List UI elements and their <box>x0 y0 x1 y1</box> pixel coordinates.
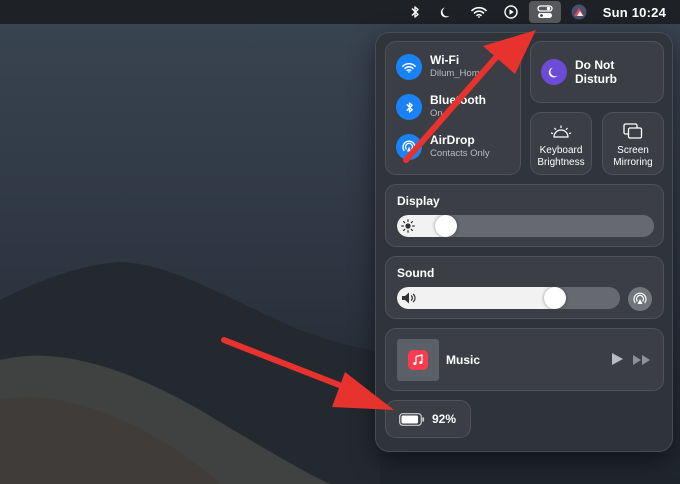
volume-slider-fill <box>397 287 555 309</box>
battery-tile[interactable]: 92% <box>385 400 471 438</box>
battery-level-fill <box>401 415 419 423</box>
fast-forward-button[interactable] <box>632 353 652 371</box>
bluetooth-icon[interactable] <box>399 0 431 24</box>
wifi-icon[interactable] <box>463 0 495 24</box>
battery-icon <box>399 412 425 426</box>
bluetooth-label: Bluetooth <box>430 93 486 108</box>
control-center-panel: Wi-Fi Dilum_Home Bluetooth On AirDrop Co… <box>375 32 673 452</box>
keyboard-brightness-icon <box>550 125 572 138</box>
screen-mirroring-tile[interactable]: Screen Mirroring <box>602 112 664 175</box>
play-circle-icon[interactable] <box>495 0 527 24</box>
wifi-toggle-button[interactable] <box>396 54 422 80</box>
bluetooth-icon <box>405 101 413 113</box>
moon-icon <box>548 67 557 77</box>
network-tile: Wi-Fi Dilum_Home Bluetooth On AirDrop Co… <box>385 41 521 175</box>
screen-mirroring-icon <box>623 123 643 139</box>
airdrop-status: Contacts Only <box>430 148 490 160</box>
sound-title: Sound <box>397 266 435 280</box>
bluetooth-row[interactable]: Bluetooth On <box>396 93 486 120</box>
volume-slider[interactable] <box>397 287 620 309</box>
keyboard-brightness-tile[interactable]: Keyboard Brightness <box>530 112 592 175</box>
fast-forward-icon <box>633 355 650 365</box>
wifi-label: Wi-Fi <box>430 53 460 68</box>
bluetooth-status: On <box>430 108 443 120</box>
airdrop-row[interactable]: AirDrop Contacts Only <box>396 133 490 160</box>
display-tile: Display <box>385 184 664 247</box>
do-not-disturb-tile[interactable]: Do Not Disturb <box>530 41 664 103</box>
wifi-icon <box>402 62 416 73</box>
do-not-disturb-toggle[interactable] <box>541 59 567 85</box>
audio-output-button[interactable] <box>628 287 652 311</box>
battery-percentage: 92% <box>432 412 457 426</box>
do-not-disturb-label: Do Not Disturb <box>575 57 617 86</box>
display-title: Display <box>397 194 440 208</box>
menu-bar-clock[interactable]: Sun 10:24 <box>595 5 666 20</box>
play-button[interactable] <box>611 352 624 371</box>
moon-icon[interactable] <box>431 0 463 24</box>
keyboard-brightness-label: Keyboard Brightness <box>537 145 585 168</box>
bluetooth-toggle-button[interactable] <box>396 94 422 120</box>
sun-icon <box>401 219 415 233</box>
volume-slider-knob[interactable] <box>544 287 566 309</box>
control-center-icon[interactable] <box>528 1 561 23</box>
airdrop-label: AirDrop <box>430 133 475 148</box>
airdrop-toggle-button[interactable] <box>396 134 422 160</box>
display-slider-knob[interactable] <box>435 215 457 237</box>
user-avatar-icon[interactable] <box>563 0 595 24</box>
music-app-icon <box>408 350 428 370</box>
album-artwork[interactable] <box>397 339 439 381</box>
wifi-network-name: Dilum_Home <box>430 68 485 80</box>
speaker-icon <box>402 292 416 304</box>
screen-mirroring-label: Screen Mirroring <box>613 145 653 168</box>
display-brightness-slider[interactable] <box>397 215 654 237</box>
airdrop-icon <box>402 140 416 152</box>
wifi-row[interactable]: Wi-Fi Dilum_Home <box>396 53 485 80</box>
now-playing-tile: Music <box>385 328 664 391</box>
now-playing-title: Music <box>446 353 481 367</box>
airplay-audio-icon <box>633 292 647 304</box>
sound-tile: Sound <box>385 256 664 319</box>
play-icon <box>612 353 623 365</box>
menu-bar: Sun 10:24 <box>0 0 680 24</box>
